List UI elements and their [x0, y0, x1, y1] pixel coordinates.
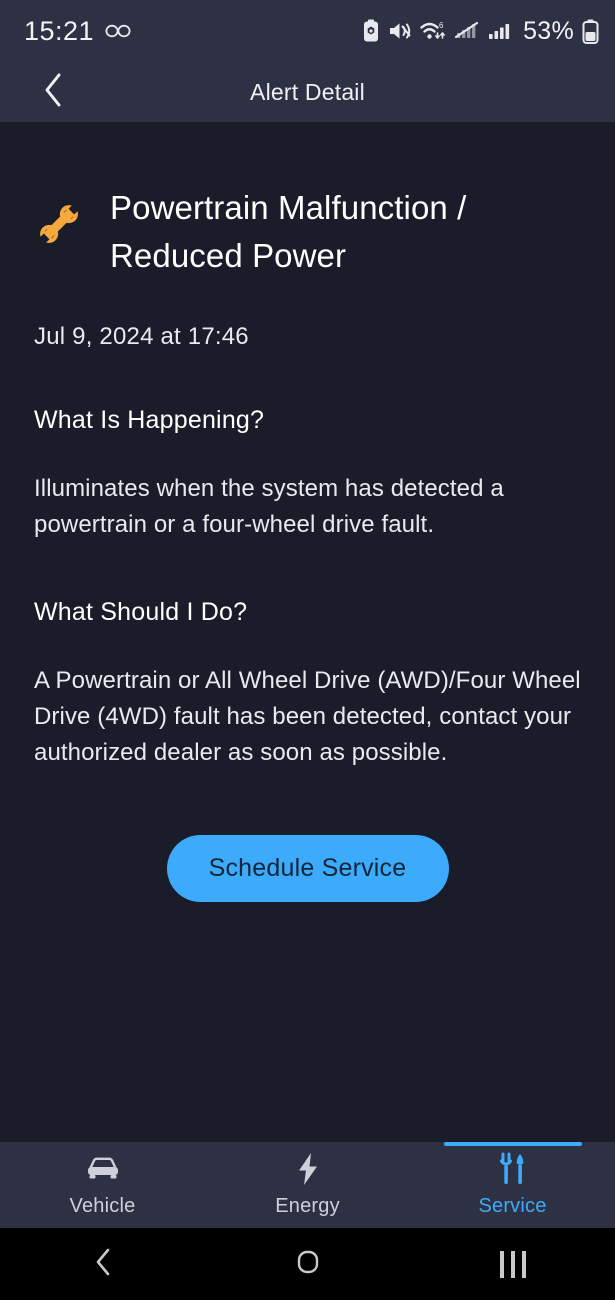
- schedule-service-button[interactable]: Schedule Service: [166, 835, 449, 902]
- tab-energy[interactable]: Energy: [205, 1142, 410, 1228]
- section-heading-what-should-i-do: What Should I Do?: [34, 598, 248, 626]
- battery-percent-label: 53%: [523, 16, 574, 45]
- section-heading-what-is-happening: What Is Happening?: [34, 406, 265, 434]
- system-navigation-bar: [0, 1228, 615, 1300]
- glasses-icon: [105, 24, 131, 38]
- svg-text:6: 6: [439, 21, 444, 30]
- chevron-left-icon: [42, 72, 64, 113]
- alert-timestamp: Jul 9, 2024 at 17:46: [34, 323, 249, 350]
- nav-back-button[interactable]: [0, 1247, 205, 1282]
- tab-label-energy: Energy: [275, 1195, 340, 1217]
- alert-detail-content: Powertrain Malfunction / Reduced Power J…: [0, 122, 615, 1142]
- wrench-icon: [34, 184, 106, 255]
- nav-recents-icon: [499, 1250, 526, 1278]
- alert-header: Powertrain Malfunction / Reduced Power: [34, 184, 581, 280]
- nav-back-icon: [93, 1247, 113, 1282]
- bottom-tab-bar: Vehicle Energy Service: [0, 1142, 615, 1228]
- status-bar: 15:21 6 53%: [0, 0, 615, 62]
- tab-service[interactable]: Service: [410, 1142, 615, 1228]
- mute-icon: [388, 20, 412, 42]
- back-button[interactable]: [32, 71, 74, 113]
- cta-container: Schedule Service: [34, 835, 581, 902]
- section-body-what-is-happening: Illuminates when the system has detected…: [34, 475, 504, 538]
- phone-screen: 15:21 6 53% Alert Detail Powertrain Malf…: [0, 0, 615, 1300]
- status-bar-clock: 15:21: [24, 15, 95, 46]
- active-tab-indicator: [443, 1142, 582, 1146]
- wrench-screwdriver-icon: [496, 1152, 530, 1186]
- wifi6-icon: 6: [420, 20, 446, 42]
- nav-home-button[interactable]: [205, 1247, 410, 1282]
- tab-label-vehicle: Vehicle: [69, 1195, 136, 1217]
- status-bar-right: 6 53%: [362, 17, 599, 46]
- page-title: Alert Detail: [250, 78, 365, 105]
- nav-recents-button[interactable]: [410, 1250, 615, 1278]
- battery-icon: [582, 19, 599, 44]
- nav-home-icon: [293, 1247, 323, 1282]
- tab-vehicle[interactable]: Vehicle: [0, 1142, 205, 1228]
- no-sim-icon: [454, 20, 480, 42]
- alert-title: Powertrain Malfunction / Reduced Power: [110, 189, 467, 274]
- app-header: Alert Detail: [0, 62, 615, 122]
- status-bar-left: 15:21: [24, 16, 131, 47]
- section-body-what-should-i-do: A Powertrain or All Wheel Drive (AWD)/Fo…: [34, 667, 581, 766]
- bolt-icon: [295, 1152, 321, 1186]
- signal-bars-icon: [488, 20, 512, 42]
- car-icon: [84, 1152, 122, 1186]
- tab-label-service: Service: [478, 1195, 547, 1217]
- battery-saver-icon: [362, 19, 380, 43]
